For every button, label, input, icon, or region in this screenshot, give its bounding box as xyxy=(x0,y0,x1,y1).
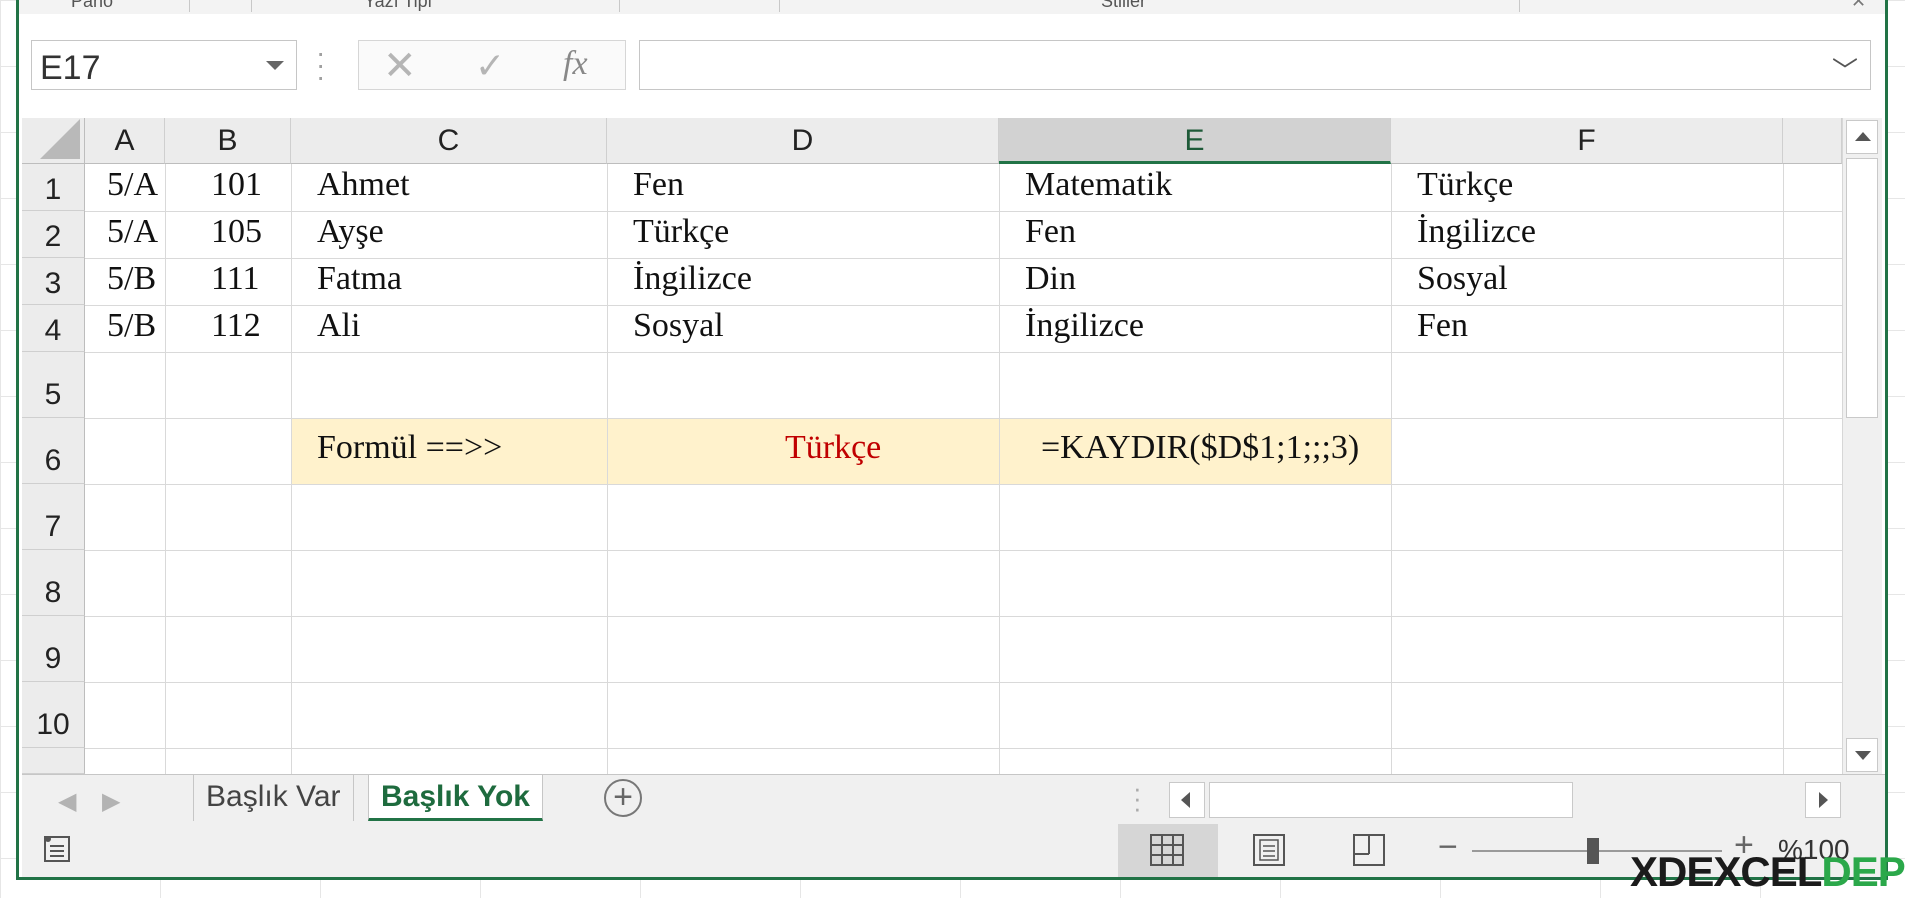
column-header-c[interactable]: C xyxy=(291,118,607,164)
name-box[interactable]: E17 xyxy=(31,40,297,90)
cell-b4[interactable]: 112 xyxy=(211,307,261,345)
formula-bar-grip-icon[interactable]: · · · xyxy=(316,39,325,91)
arrow-down-icon xyxy=(1855,751,1871,760)
cell-c2[interactable]: Ayşe xyxy=(317,213,384,251)
page-break-view-button[interactable] xyxy=(1318,824,1418,877)
normal-view-button[interactable] xyxy=(1118,824,1218,877)
arrow-left-icon xyxy=(1181,792,1190,808)
ribbon-group-yazi-tipi: Yazı Tipi xyxy=(364,0,432,11)
sheet-tab-baslik-yok[interactable]: Başlık Yok xyxy=(368,775,543,821)
cell-d1[interactable]: Fen xyxy=(633,166,684,204)
cell-b1[interactable]: 101 xyxy=(211,166,262,204)
cell-f2[interactable]: İngilizce xyxy=(1417,213,1536,251)
cell-e1[interactable]: Matematik xyxy=(1025,166,1172,204)
sheet-tab-bar: ◀ ▶ Başlık Var Başlık Yok + · · · xyxy=(22,774,1885,824)
watermark-prefix: XDEXCEL xyxy=(1630,848,1822,895)
select-all-triangle-icon xyxy=(40,119,80,159)
cell-d2[interactable]: Türkçe xyxy=(633,213,729,251)
row-header-8[interactable]: 8 xyxy=(22,550,85,616)
name-box-value: E17 xyxy=(40,49,101,87)
cell-b3[interactable]: 111 xyxy=(211,260,259,298)
cell-a2[interactable]: 5/A xyxy=(107,213,158,251)
cell-a4[interactable]: 5/B xyxy=(107,307,156,345)
horizontal-scroll-thumb[interactable] xyxy=(1209,782,1573,818)
page-layout-view-button[interactable] xyxy=(1218,824,1318,877)
grid-icon xyxy=(1150,834,1184,866)
cell-a3[interactable]: 5/B xyxy=(107,260,156,298)
cancel-formula-button[interactable]: ✕ xyxy=(383,43,417,89)
sheet-tab-baslik-var[interactable]: Başlık Var xyxy=(193,775,354,821)
cell-c1[interactable]: Ahmet xyxy=(317,166,410,204)
ribbon-group-pano: Pano xyxy=(71,0,114,11)
page-break-icon xyxy=(1353,834,1385,866)
zoom-slider-knob[interactable] xyxy=(1587,838,1599,864)
formula-input[interactable]: ﹀ xyxy=(639,40,1871,90)
cell-b2[interactable]: 105 xyxy=(211,213,262,251)
column-header-g-partial[interactable] xyxy=(1783,118,1842,164)
column-header-d[interactable]: D xyxy=(607,118,999,164)
row-header-2[interactable]: 2 xyxy=(22,211,85,258)
scroll-down-button[interactable] xyxy=(1846,738,1878,772)
formula-bar: E17 · · · ✕ ✓ fx ﹀ xyxy=(19,14,1885,114)
watermark-logo: XDEXCELDEPO xyxy=(1630,848,1905,896)
status-bar: − + %100 xyxy=(22,824,1885,877)
chevron-left-icon[interactable]: ◀ xyxy=(58,787,76,816)
vertical-scrollbar[interactable] xyxy=(1842,118,1882,774)
expand-formula-bar-icon[interactable]: ﹀ xyxy=(1832,51,1858,88)
zoom-out-button[interactable]: − xyxy=(1438,828,1458,867)
cell-e4[interactable]: İngilizce xyxy=(1025,307,1144,345)
cell-f1[interactable]: Türkçe xyxy=(1417,166,1513,204)
chevron-right-icon[interactable]: ▶ xyxy=(102,787,120,816)
select-all-button[interactable] xyxy=(22,118,85,164)
row-header-4[interactable]: 4 xyxy=(22,305,85,352)
cell-c3[interactable]: Fatma xyxy=(317,260,402,298)
arrow-up-icon xyxy=(1855,132,1871,141)
excel-window: Pano Yazı Tipi Stiller ✕ E17 · · · ✕ ✓ fx … xyxy=(16,0,1888,880)
cell-d4[interactable]: Sosyal xyxy=(633,307,724,345)
row-header-6[interactable]: 6 xyxy=(22,418,85,484)
ribbon-close-icon[interactable]: ✕ xyxy=(1851,0,1866,12)
cell-a1[interactable]: 5/A xyxy=(107,166,158,204)
horizontal-scrollbar[interactable] xyxy=(1167,779,1843,821)
cell-d6-result[interactable]: Türkçe xyxy=(785,429,881,467)
name-box-dropdown-icon[interactable] xyxy=(266,61,284,70)
macro-record-icon[interactable] xyxy=(42,834,72,864)
insert-function-button[interactable]: fx xyxy=(563,45,588,83)
column-header-f[interactable]: F xyxy=(1391,118,1783,164)
enter-formula-button[interactable]: ✓ xyxy=(475,45,505,87)
cell-c4[interactable]: Ali xyxy=(317,307,360,345)
column-header-a[interactable]: A xyxy=(85,118,165,164)
cell-e2[interactable]: Fen xyxy=(1025,213,1076,251)
row-header-7[interactable]: 7 xyxy=(22,484,85,550)
watermark-suffix: DEPO xyxy=(1821,848,1905,895)
row-header-5[interactable]: 5 xyxy=(22,352,85,418)
scroll-right-button[interactable] xyxy=(1805,782,1841,818)
cell-c6[interactable]: Formül ==>> xyxy=(317,429,502,467)
row-header-10[interactable]: 10 xyxy=(22,682,85,748)
scroll-left-button[interactable] xyxy=(1169,782,1205,818)
cell-grid[interactable]: 5/A 101 Ahmet Fen Matematik Türkçe 5/A 1… xyxy=(85,164,1859,776)
vertical-scroll-thumb[interactable] xyxy=(1846,158,1878,418)
tab-split-grip-icon[interactable]: · · · xyxy=(1133,775,1142,821)
cell-e6-formula-text[interactable]: =KAYDIR($D$1;1;;;3) xyxy=(1041,429,1359,467)
ribbon-group-labels: Pano Yazı Tipi Stiller ✕ xyxy=(19,0,1885,15)
row-header-11-partial[interactable] xyxy=(22,748,85,774)
cell-f4[interactable]: Fen xyxy=(1417,307,1468,345)
arrow-right-icon xyxy=(1819,792,1828,808)
column-header-e[interactable]: E xyxy=(999,118,1391,164)
row-header-1[interactable]: 1 xyxy=(22,164,85,211)
column-header-b[interactable]: B xyxy=(165,118,291,164)
row-header-3[interactable]: 3 xyxy=(22,258,85,305)
page-layout-icon xyxy=(1253,834,1285,866)
row-header-9[interactable]: 9 xyxy=(22,616,85,682)
scroll-up-button[interactable] xyxy=(1846,120,1878,154)
ribbon-group-stiller: Stiller xyxy=(1101,0,1147,11)
cell-e3[interactable]: Din xyxy=(1025,260,1076,298)
formula-buttons: ✕ ✓ fx xyxy=(358,40,626,90)
cell-d3[interactable]: İngilizce xyxy=(633,260,752,298)
plus-icon[interactable]: + xyxy=(604,779,642,817)
cell-f3[interactable]: Sosyal xyxy=(1417,260,1508,298)
